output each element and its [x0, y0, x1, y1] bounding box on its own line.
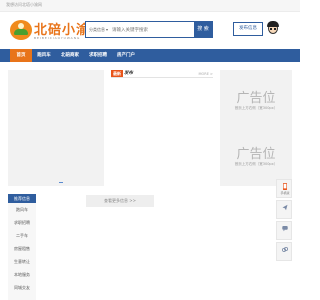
- search-input[interactable]: [112, 23, 180, 36]
- main-nav: 首页 跑风车 北碚商家 求职招聘 房产门户: [0, 49, 300, 62]
- nav-item-realestate[interactable]: 房产门户: [112, 49, 140, 62]
- latest-posts-header: 最新 发布 MORE >: [111, 70, 213, 78]
- user-avatar[interactable]: [266, 20, 280, 37]
- logo-mark-icon: [10, 20, 32, 40]
- avatar-hair-icon: [267, 21, 279, 27]
- more-link[interactable]: MORE >: [199, 71, 213, 77]
- float-mobile-button[interactable]: 手机版: [276, 179, 292, 198]
- share-icon: [282, 204, 288, 211]
- recommended-item[interactable]: 跑风车: [8, 203, 36, 216]
- search-box: 分类信息 搜 索: [85, 21, 213, 38]
- post-info-button[interactable]: 发布信息: [233, 22, 263, 36]
- floating-toolbar: 手机版: [276, 179, 292, 261]
- recommended-item[interactable]: 同城交友: [8, 281, 36, 294]
- nav-item-merchants[interactable]: 北碚商家: [56, 49, 84, 62]
- ad-slot-1[interactable]: 广告位 首页上方右侧（宽300px）: [220, 70, 292, 130]
- ad-slot-2-caption: 首页上方右侧（宽300px）: [234, 162, 278, 166]
- search-category-select[interactable]: 分类信息: [89, 27, 108, 33]
- slider-indicator[interactable]: [59, 182, 63, 183]
- nav-item-home[interactable]: 首页: [10, 49, 32, 62]
- top-bar: 我想访问北塔小渝网: [0, 0, 300, 12]
- recommended-list: 跑风车 求职招聘 二手车 房屋租售 生意转让 本地服务 同城交友: [8, 203, 36, 300]
- float-share-button[interactable]: [276, 200, 292, 219]
- ad-slot-2[interactable]: 广告位 首页上方右侧（宽300px）: [220, 126, 292, 186]
- latest-posts-panel: 最新 发布 MORE >: [111, 70, 213, 186]
- recommended-item[interactable]: 生意转让: [8, 255, 36, 268]
- banner-slider[interactable]: [8, 70, 104, 186]
- recommended-title: 推荐信息: [8, 194, 36, 203]
- recommended-item[interactable]: 房屋租售: [8, 242, 36, 255]
- ad-slot-1-title: 广告位: [236, 91, 276, 106]
- nav-item-windmill[interactable]: 跑风车: [32, 49, 56, 62]
- nav-item-jobs[interactable]: 求职招聘: [84, 49, 112, 62]
- phone-icon: [283, 183, 287, 190]
- logo-subtitle: BEIBEIXIAOYUWANG: [34, 36, 81, 40]
- float-chat-button[interactable]: [276, 221, 292, 240]
- float-link-button[interactable]: [276, 242, 292, 261]
- ad-slot-1-caption: 首页上方右侧（宽300px）: [234, 106, 278, 110]
- recommended-item[interactable]: 求职招聘: [8, 216, 36, 229]
- recommended-item[interactable]: 二手车: [8, 229, 36, 242]
- chat-icon: [282, 226, 288, 232]
- welcome-text: 我想访问北塔小渝网: [6, 2, 42, 7]
- float-mobile-label: 手机版: [280, 191, 290, 195]
- view-more-button[interactable]: 查看更多信息 >>: [86, 195, 154, 207]
- link-icon: [282, 247, 288, 252]
- recommended-item[interactable]: 本地服务: [8, 268, 36, 281]
- site-logo[interactable]: 北碚小渝网 BEIBEIXIAOYUWANG: [10, 18, 103, 44]
- latest-title: 发布: [124, 71, 133, 76]
- avatar-eyes-icon: [270, 28, 276, 30]
- search-button[interactable]: 搜 索: [194, 22, 212, 37]
- latest-tag: 最新: [111, 70, 123, 77]
- ad-slot-2-title: 广告位: [236, 147, 276, 162]
